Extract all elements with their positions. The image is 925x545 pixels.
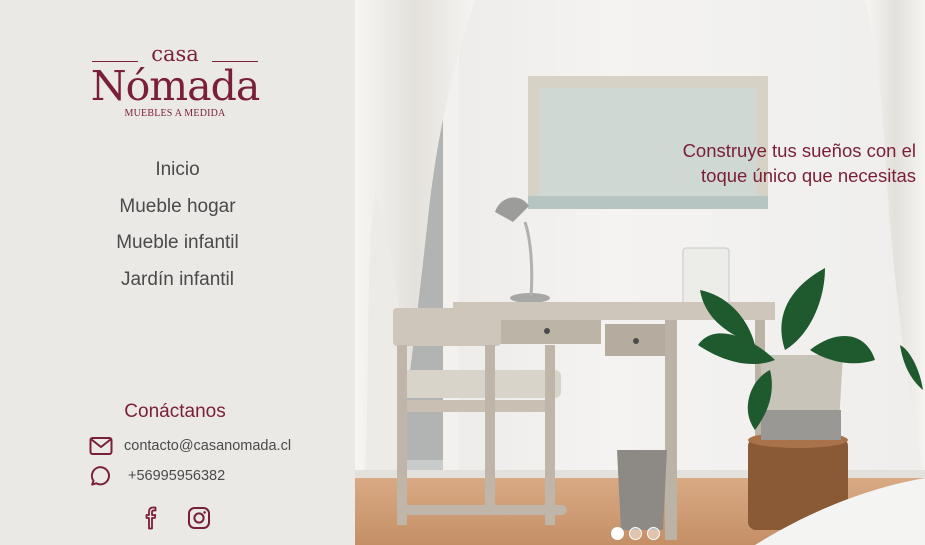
hero-line-2: toque único que necesitas — [701, 165, 916, 186]
hero-headline: Construye tus sueños con el toque único … — [616, 138, 916, 188]
carousel-dot-3[interactable] — [647, 527, 660, 540]
brand-logo[interactable]: casa Nómada MUEBLES A MEDIDA — [90, 42, 261, 122]
nav-item-mueble-infantil[interactable]: Mueble infantil — [0, 225, 355, 262]
instagram-icon[interactable] — [186, 505, 212, 531]
logo-tagline: MUEBLES A MEDIDA — [124, 108, 226, 119]
contact-phone[interactable]: +56995956382 — [128, 468, 225, 484]
carousel-dot-1[interactable] — [611, 527, 624, 540]
contact-email[interactable]: contacto@casanomada.cl — [124, 438, 291, 454]
main-nav: Inicio Mueble hogar Mueble infantil Jard… — [0, 152, 355, 298]
hero-photo — [355, 0, 925, 545]
contact-email-row[interactable]: contacto@casanomada.cl — [88, 434, 291, 458]
mail-icon — [88, 434, 114, 458]
chat-bubble-icon — [88, 464, 114, 488]
carousel-dot-2[interactable] — [629, 527, 642, 540]
facebook-icon[interactable] — [138, 505, 164, 531]
nav-item-mueble-hogar[interactable]: Mueble hogar — [0, 189, 355, 226]
nav-item-jardin-infantil[interactable]: Jardín infantil — [0, 262, 355, 299]
hero-banner: Construye tus sueños con el toque único … — [355, 0, 925, 545]
nav-item-inicio[interactable]: Inicio — [0, 152, 355, 189]
hero-line-1: Construye tus sueños con el — [682, 140, 916, 161]
carousel-dots — [611, 527, 660, 540]
contact-phone-row[interactable]: +56995956382 — [88, 464, 225, 488]
sidebar: casa Nómada MUEBLES A MEDIDA Inicio Mueb… — [0, 0, 355, 545]
contact-title: Conáctanos — [124, 401, 226, 422]
logo-name: Nómada — [90, 62, 261, 110]
